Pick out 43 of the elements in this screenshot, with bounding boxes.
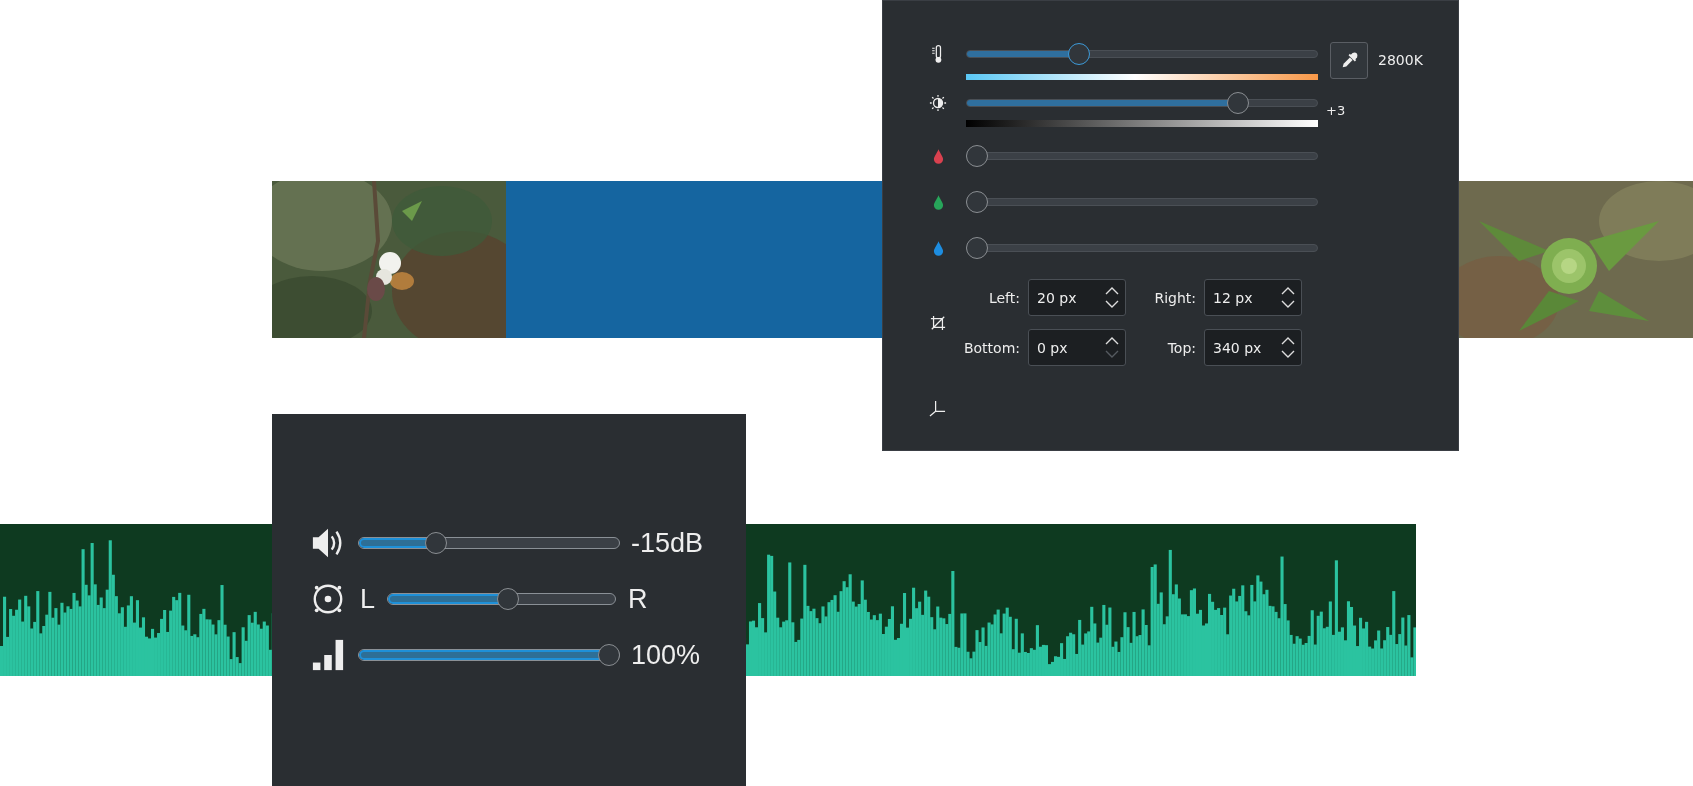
slider-thumb[interactable] [966, 145, 988, 167]
spin-box[interactable]: 12 px [1204, 279, 1302, 316]
temperature-reading: 2800K [1378, 52, 1423, 68]
slider-thumb[interactable] [1226, 92, 1249, 114]
step-up-icon[interactable] [1105, 337, 1119, 345]
step-up-icon[interactable] [1281, 337, 1295, 345]
slider[interactable] [358, 531, 620, 555]
field-label: Right: [1153, 289, 1196, 306]
drop-icon [932, 241, 944, 256]
eyedropper-icon [1340, 51, 1358, 70]
drop-icon [932, 149, 944, 164]
slider-thumb[interactable] [1068, 43, 1091, 65]
step-up-icon[interactable] [1105, 287, 1119, 295]
slider[interactable] [966, 144, 1318, 168]
brightness-icon [929, 94, 947, 112]
output-reading: 100% [631, 639, 701, 671]
spin-box[interactable]: 340 px [1204, 329, 1302, 366]
brightness-reading: +3 [1326, 103, 1346, 118]
slider-thumb[interactable] [496, 588, 519, 610]
left-label: L [360, 583, 376, 615]
slider[interactable] [966, 190, 1318, 214]
slider-thumb[interactable] [966, 237, 988, 259]
drop-icon [932, 195, 944, 210]
slider[interactable] [966, 91, 1318, 115]
color-picker-button[interactable] [1330, 42, 1368, 79]
slider-thumb[interactable] [598, 644, 620, 666]
slider[interactable] [966, 236, 1318, 260]
signal-bars-icon [310, 638, 346, 672]
field-label: Top: [1166, 339, 1196, 356]
slider[interactable] [358, 643, 620, 667]
spin-box[interactable]: 20 px [1028, 279, 1126, 316]
slider[interactable] [387, 587, 617, 611]
right-label: R [628, 583, 648, 615]
crop-icon [930, 314, 946, 331]
field-label: Left: [987, 289, 1020, 306]
step-up-icon[interactable] [1281, 287, 1295, 295]
slider-thumb[interactable] [966, 191, 988, 213]
spin-box[interactable]: 0 px [1028, 329, 1126, 366]
slider-thumb[interactable] [425, 532, 448, 554]
field-label: Bottom: [962, 339, 1020, 356]
axes-icon [929, 400, 946, 417]
slider[interactable] [966, 42, 1318, 66]
volume-reading: -15dB [631, 527, 704, 559]
